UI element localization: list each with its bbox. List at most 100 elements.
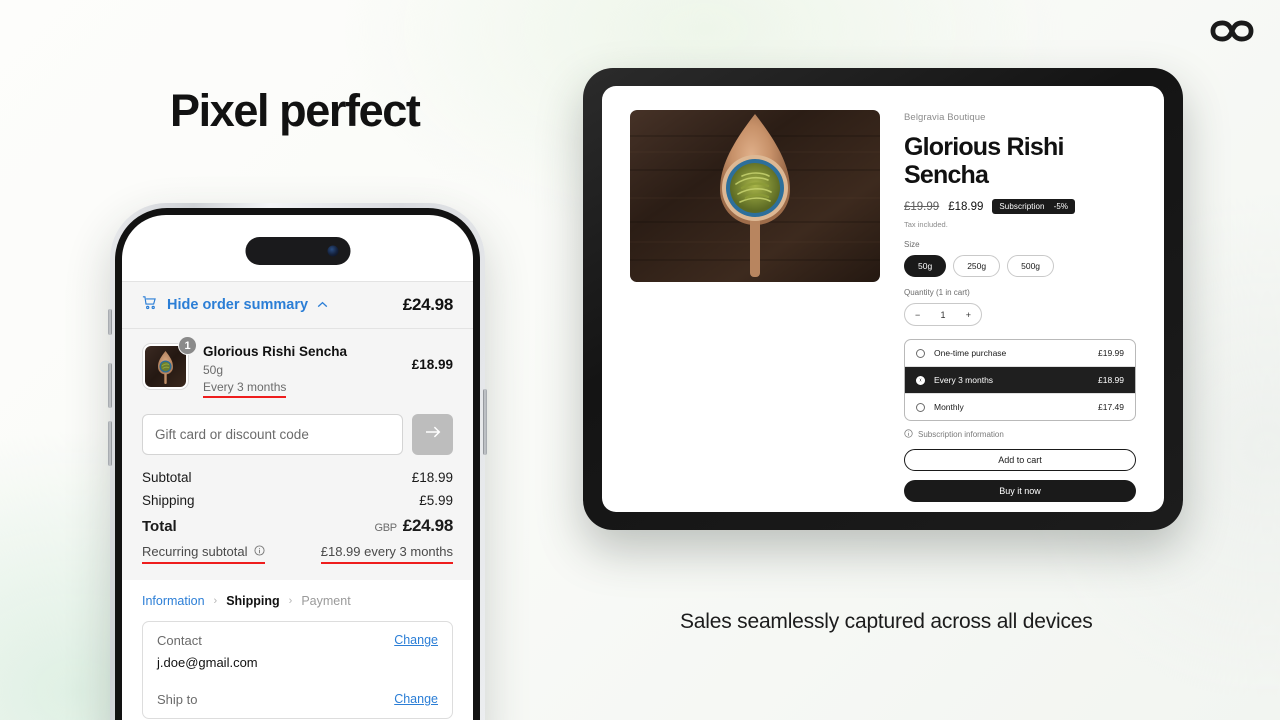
page-title: Pixel perfect <box>170 85 421 136</box>
radio-icon <box>916 348 925 358</box>
order-summary-toggle[interactable]: Hide order summary <box>142 295 328 315</box>
breadcrumb-payment: Payment <box>301 593 351 608</box>
plan-label: One-time purchase <box>934 348 1007 358</box>
line-item-price: £18.99 <box>411 357 453 372</box>
phone-mockup: Hide order summary £24.98 1 Glorious Ris… <box>108 203 487 720</box>
breadcrumb-separator: › <box>288 594 293 607</box>
radio-icon <box>916 402 925 412</box>
ship-to-row: Ship to Change <box>143 681 452 718</box>
line-item-info: Glorious Rishi Sencha 50g Every 3 months <box>203 343 398 398</box>
line-item: 1 Glorious Rishi Sencha 50g Every 3 mont… <box>142 336 453 398</box>
info-circle-icon[interactable] <box>253 544 265 559</box>
size-option-50g[interactable]: 50g <box>904 255 947 277</box>
buy-it-now-button[interactable]: Buy it now <box>904 480 1136 502</box>
order-summary-body: 1 Glorious Rishi Sencha 50g Every 3 mont… <box>122 329 473 580</box>
plan-price: £17.49 <box>1098 402 1124 412</box>
breadcrumb: Information › Shipping › Payment <box>122 580 473 608</box>
subscription-badge: Subscription -5% <box>992 199 1076 214</box>
recurring-subtotal-value: £18.99 every 3 months <box>320 544 453 564</box>
breadcrumb-shipping: Shipping <box>226 593 280 608</box>
recurring-subtotal-label: Recurring subtotal <box>142 544 265 564</box>
apply-discount-button[interactable] <box>412 413 453 455</box>
size-option-250g[interactable]: 250g <box>953 255 1001 277</box>
grand-total-value: GBP £24.98 <box>374 516 453 536</box>
ship-to-label: Ship to <box>157 691 198 707</box>
grand-total-amount: £24.98 <box>402 515 454 535</box>
price-original: £19.99 <box>904 200 940 213</box>
discount-row: Gift card or discount code <box>142 413 453 455</box>
line-item-variant: 50g <box>203 362 224 377</box>
phone-screen: Hide order summary £24.98 1 Glorious Ris… <box>122 215 473 720</box>
breadcrumb-separator: › <box>213 594 218 607</box>
phone-power-button[interactable] <box>483 389 487 455</box>
plan-price: £18.99 <box>1098 375 1124 385</box>
checkout-page: Hide order summary £24.98 1 Glorious Ris… <box>122 281 473 720</box>
price-row: £19.99 £18.99 Subscription -5% <box>904 199 1136 214</box>
contact-change-link[interactable]: Change <box>394 633 438 647</box>
radio-icon-selected <box>916 375 925 385</box>
line-item-title: Glorious Rishi Sencha <box>203 344 348 359</box>
quantity-value: 1 <box>940 309 946 320</box>
size-options: 50g 250g 500g <box>904 255 1136 277</box>
phone-volume-up-button[interactable] <box>108 363 112 408</box>
add-to-cart-button[interactable]: Add to cart <box>904 449 1136 471</box>
total-row: Subtotal £18.99 <box>142 470 453 485</box>
discount-input[interactable]: Gift card or discount code <box>142 413 403 455</box>
plan-monthly[interactable]: Monthly £17.49 <box>905 394 1135 420</box>
cart-icon <box>142 295 158 315</box>
order-summary-toggle-label: Hide order summary <box>167 297 309 313</box>
tablet-screen: Belgravia Boutique Glorious Rishi Sencha… <box>602 86 1164 512</box>
total-row-value: £5.99 <box>419 492 453 508</box>
total-row-label: Shipping <box>142 492 195 508</box>
contact-row: Contact Change <box>143 622 452 659</box>
plan-one-time-purchase[interactable]: One-time purchase £19.99 <box>905 340 1135 367</box>
size-option-500g[interactable]: 500g <box>1007 255 1055 277</box>
total-row: Shipping £5.99 <box>142 493 453 508</box>
quantity-increment-button[interactable]: + <box>966 310 971 320</box>
tax-note: Tax included. <box>904 220 948 229</box>
plan-label: Every 3 months <box>934 375 994 385</box>
currency-code: GBP <box>374 521 397 534</box>
ship-to-change-link[interactable]: Change <box>394 692 438 706</box>
quantity-label: Quantity (1 in cart) <box>904 288 970 297</box>
dynamic-island <box>245 237 350 265</box>
checkout-info-card: Contact Change j.doe@gmail.com Ship to C… <box>142 620 453 719</box>
subscription-information-label: Subscription information <box>918 430 1004 439</box>
totals-list: Subtotal £18.99 Shipping £5.99 Total GBP… <box>142 470 453 564</box>
infinity-logo <box>1210 14 1254 48</box>
quantity-stepper[interactable]: − 1 + <box>904 303 982 326</box>
quantity-decrement-button[interactable]: − <box>915 310 920 320</box>
size-label: Size <box>904 240 920 249</box>
caption-text: Sales seamlessly captured across all dev… <box>680 610 1093 633</box>
info-circle-icon <box>904 429 913 440</box>
tablet-mockup: Belgravia Boutique Glorious Rishi Sencha… <box>583 68 1183 530</box>
product-image[interactable] <box>630 110 880 502</box>
breadcrumb-information[interactable]: Information <box>142 594 205 608</box>
subscription-badge-label: Subscription <box>999 202 1045 211</box>
phone-silent-switch[interactable] <box>108 309 112 335</box>
total-row-value: £18.99 <box>411 469 453 485</box>
grand-total-label: Total <box>142 517 177 535</box>
subscription-badge-discount: -5% <box>1053 202 1069 211</box>
product-page: Belgravia Boutique Glorious Rishi Sencha… <box>602 86 1164 512</box>
grand-total-row: Total GBP £24.98 <box>142 516 453 536</box>
plan-label: Monthly <box>934 402 964 412</box>
product-details: Belgravia Boutique Glorious Rishi Sencha… <box>904 110 1136 502</box>
recurring-label-text: Recurring subtotal <box>142 543 248 559</box>
plan-price: £19.99 <box>1098 348 1124 358</box>
product-title: Glorious Rishi Sencha <box>904 133 1064 189</box>
total-row-label: Subtotal <box>142 469 192 485</box>
order-summary-bar[interactable]: Hide order summary £24.98 <box>122 281 473 329</box>
line-item-quantity-badge: 1 <box>178 336 197 355</box>
plan-every-3-months[interactable]: Every 3 months £18.99 <box>905 367 1135 394</box>
chevron-up-icon <box>317 297 328 313</box>
purchase-plan-options: One-time purchase £19.99 Every 3 months … <box>904 339 1136 421</box>
line-item-thumbnail-wrap: 1 <box>142 336 197 390</box>
contact-label: Contact <box>157 632 202 648</box>
arrow-right-icon <box>425 425 441 444</box>
subscription-information-link[interactable]: Subscription information <box>904 429 1136 440</box>
price-current: £18.99 <box>948 200 984 213</box>
phone-volume-down-button[interactable] <box>108 421 112 466</box>
product-vendor[interactable]: Belgravia Boutique <box>904 112 1136 123</box>
recurring-subtotal-row: Recurring subtotal £18.99 every 3 months <box>142 544 453 564</box>
